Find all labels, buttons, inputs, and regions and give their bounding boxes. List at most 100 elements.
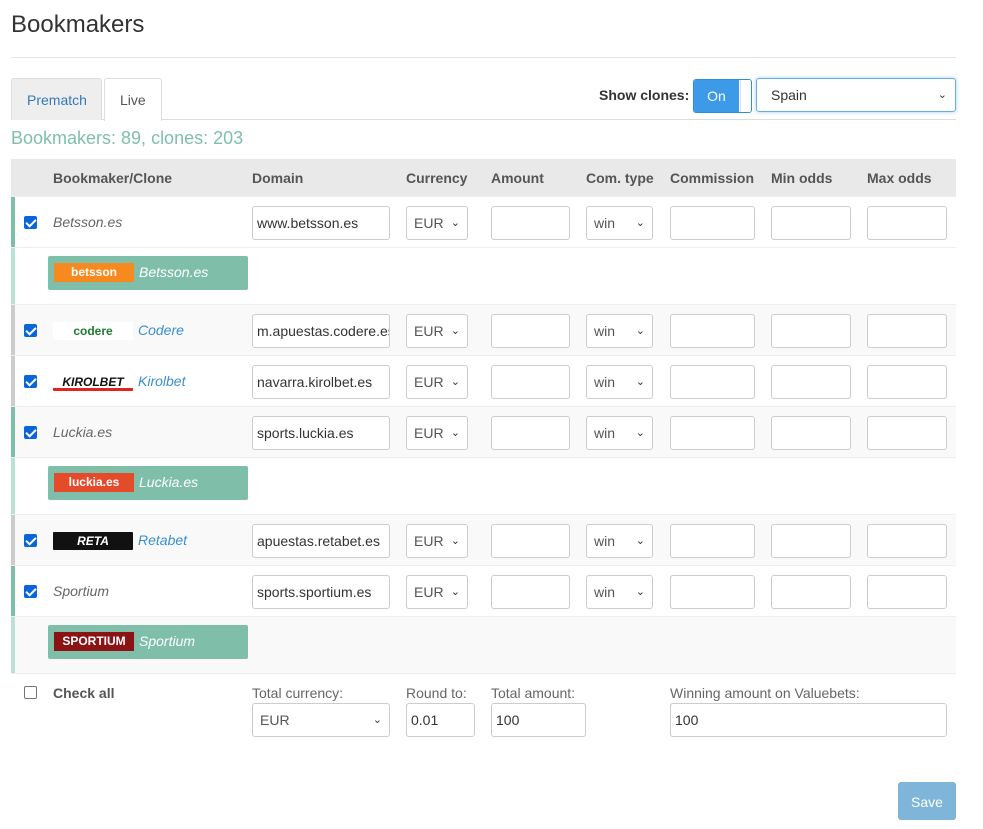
max-odds-input[interactable] bbox=[867, 314, 947, 348]
domain-input[interactable]: apuestas.retabet.es bbox=[252, 524, 390, 558]
amount-input[interactable] bbox=[491, 575, 570, 609]
clone-row: betsson Betsson.es bbox=[11, 247, 956, 304]
commission-input[interactable] bbox=[670, 365, 755, 399]
clone-row: SPORTIUM Sportium bbox=[11, 616, 956, 673]
amount-input[interactable] bbox=[491, 365, 570, 399]
bookmaker-link[interactable]: Kirolbet bbox=[138, 373, 185, 389]
show-clones-label: Show clones: bbox=[599, 87, 690, 103]
currency-select[interactable]: EUR ⌄ bbox=[406, 314, 468, 348]
country-select[interactable]: Spain ⌄ bbox=[756, 78, 956, 112]
row-checkbox[interactable] bbox=[24, 216, 37, 229]
com-type-select[interactable]: win ⌄ bbox=[586, 365, 653, 399]
row-indicator bbox=[11, 305, 15, 355]
commission-input[interactable] bbox=[670, 575, 755, 609]
winning-amount-input[interactable]: 100 bbox=[670, 703, 947, 737]
row-indicator bbox=[11, 617, 15, 673]
kirolbet-logo: KIROLBET bbox=[53, 373, 133, 391]
country-select-value: Spain bbox=[771, 87, 807, 103]
commission-input[interactable] bbox=[670, 206, 755, 240]
max-odds-input[interactable] bbox=[867, 365, 947, 399]
chevron-down-icon: ⌄ bbox=[937, 89, 947, 101]
min-odds-input[interactable] bbox=[771, 206, 851, 240]
check-all-checkbox[interactable] bbox=[24, 686, 37, 699]
totals-row: Check all Total currency: EUR ⌄ Round to:… bbox=[11, 673, 956, 744]
chevron-down-icon: ⌄ bbox=[450, 217, 460, 229]
commission-input[interactable] bbox=[670, 416, 755, 450]
com-type-select[interactable]: win ⌄ bbox=[586, 524, 653, 558]
max-odds-input[interactable] bbox=[867, 524, 947, 558]
clone-badge[interactable]: SPORTIUM Sportium bbox=[48, 625, 248, 659]
row-checkbox[interactable] bbox=[24, 534, 37, 547]
min-odds-input[interactable] bbox=[771, 416, 851, 450]
bookmaker-name: Luckia.es bbox=[53, 424, 113, 440]
chevron-down-icon: ⌄ bbox=[635, 427, 645, 439]
currency-value: EUR bbox=[414, 323, 444, 339]
bookmaker-link[interactable]: Codere bbox=[138, 322, 184, 338]
currency-select[interactable]: EUR ⌄ bbox=[406, 206, 468, 240]
tab-live[interactable]: Live bbox=[104, 78, 162, 121]
total-currency-label: Total currency: bbox=[252, 685, 344, 701]
table-row: codere Codere m.apuestas.codere.es EUR ⌄ … bbox=[11, 304, 956, 355]
currency-select[interactable]: EUR ⌄ bbox=[406, 365, 468, 399]
com-type-select[interactable]: win ⌄ bbox=[586, 575, 653, 609]
commission-input[interactable] bbox=[670, 314, 755, 348]
currency-select[interactable]: EUR ⌄ bbox=[406, 575, 468, 609]
min-odds-input[interactable] bbox=[771, 365, 851, 399]
amount-input[interactable] bbox=[491, 206, 570, 240]
total-amount-input[interactable]: 100 bbox=[491, 703, 586, 737]
com-type-value: win bbox=[594, 215, 616, 231]
com-type-value: win bbox=[594, 374, 616, 390]
col-max-odds: Max odds bbox=[867, 170, 932, 186]
row-checkbox[interactable] bbox=[24, 585, 37, 598]
codere-logo: codere bbox=[53, 322, 133, 340]
min-odds-input[interactable] bbox=[771, 524, 851, 558]
save-button[interactable]: Save bbox=[898, 782, 956, 820]
com-type-value: win bbox=[594, 323, 616, 339]
bookmaker-link[interactable]: Retabet bbox=[138, 532, 187, 548]
com-type-select[interactable]: win ⌄ bbox=[586, 206, 653, 240]
amount-input[interactable] bbox=[491, 314, 570, 348]
amount-input[interactable] bbox=[491, 416, 570, 450]
retabet-logo: RETA bbox=[53, 532, 133, 550]
domain-input[interactable]: www.betsson.es bbox=[252, 206, 390, 240]
domain-input[interactable]: sports.sportium.es bbox=[252, 575, 390, 609]
round-to-label: Round to: bbox=[406, 685, 467, 701]
chevron-down-icon: ⌄ bbox=[450, 535, 460, 547]
domain-input[interactable]: sports.luckia.es bbox=[252, 416, 390, 450]
col-amount: Amount bbox=[491, 170, 544, 186]
clone-badge[interactable]: luckia.es Luckia.es bbox=[48, 466, 248, 500]
chevron-down-icon: ⌄ bbox=[450, 376, 460, 388]
max-odds-input[interactable] bbox=[867, 206, 947, 240]
domain-input[interactable]: navarra.kirolbet.es bbox=[252, 365, 390, 399]
row-checkbox[interactable] bbox=[24, 375, 37, 388]
row-checkbox[interactable] bbox=[24, 324, 37, 337]
check-all-label: Check all bbox=[53, 685, 115, 701]
total-currency-select[interactable]: EUR ⌄ bbox=[252, 703, 390, 737]
table-header: Bookmaker/Clone Domain Currency Amount C… bbox=[11, 159, 956, 196]
round-to-input[interactable]: 0.01 bbox=[406, 703, 475, 737]
domain-input[interactable]: m.apuestas.codere.es bbox=[252, 314, 390, 348]
clone-name: Sportium bbox=[139, 633, 196, 649]
tab-prematch[interactable]: Prematch bbox=[11, 78, 102, 120]
row-checkbox[interactable] bbox=[24, 426, 37, 439]
bookmakers-table: Bookmaker/Clone Domain Currency Amount C… bbox=[11, 159, 956, 744]
clone-badge[interactable]: betsson Betsson.es bbox=[48, 256, 248, 290]
com-type-select[interactable]: win ⌄ bbox=[586, 416, 653, 450]
max-odds-input[interactable] bbox=[867, 416, 947, 450]
show-clones-toggle[interactable]: On bbox=[693, 79, 752, 113]
amount-input[interactable] bbox=[491, 524, 570, 558]
currency-select[interactable]: EUR ⌄ bbox=[406, 524, 468, 558]
chevron-down-icon: ⌄ bbox=[635, 217, 645, 229]
currency-value: EUR bbox=[414, 374, 444, 390]
sportium-logo: SPORTIUM bbox=[54, 632, 134, 651]
min-odds-input[interactable] bbox=[771, 314, 851, 348]
max-odds-input[interactable] bbox=[867, 575, 947, 609]
page-title: Bookmakers bbox=[11, 11, 145, 38]
luckia-logo: luckia.es bbox=[54, 473, 134, 492]
com-type-select[interactable]: win ⌄ bbox=[586, 314, 653, 348]
chevron-down-icon: ⌄ bbox=[372, 714, 382, 726]
row-indicator bbox=[11, 407, 15, 457]
min-odds-input[interactable] bbox=[771, 575, 851, 609]
commission-input[interactable] bbox=[670, 524, 755, 558]
currency-select[interactable]: EUR ⌄ bbox=[406, 416, 468, 450]
